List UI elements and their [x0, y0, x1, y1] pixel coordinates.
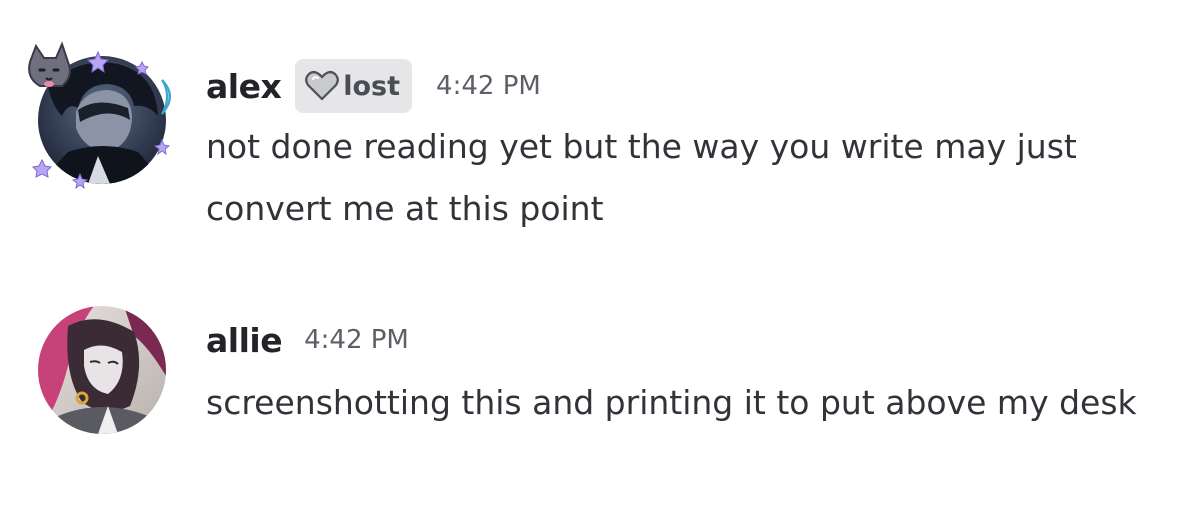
tag-label: lost — [343, 70, 401, 102]
username[interactable]: allie — [206, 321, 283, 360]
timestamp[interactable]: 4:42 PM — [304, 325, 409, 355]
message-header: allie 4:42 PM — [206, 320, 409, 360]
message-content: screenshotting this and printing it to p… — [206, 383, 1137, 422]
user-tag[interactable]: lost — [295, 59, 413, 113]
avatar-image — [38, 306, 166, 434]
avatar[interactable] — [38, 306, 166, 434]
message-item: alex lost 4:42 PM not done reading yet b… — [0, 0, 1200, 260]
username[interactable]: alex — [206, 67, 282, 106]
message-item: allie 4:42 PM screenshotting this and pr… — [0, 290, 1200, 531]
message-content: not done reading yet but the way you wri… — [206, 127, 1077, 228]
avatar-image — [38, 56, 166, 184]
avatar[interactable] — [38, 56, 166, 184]
message-header: alex lost 4:42 PM — [206, 58, 541, 114]
grey-heart-icon — [305, 70, 340, 101]
timestamp[interactable]: 4:42 PM — [436, 71, 541, 101]
